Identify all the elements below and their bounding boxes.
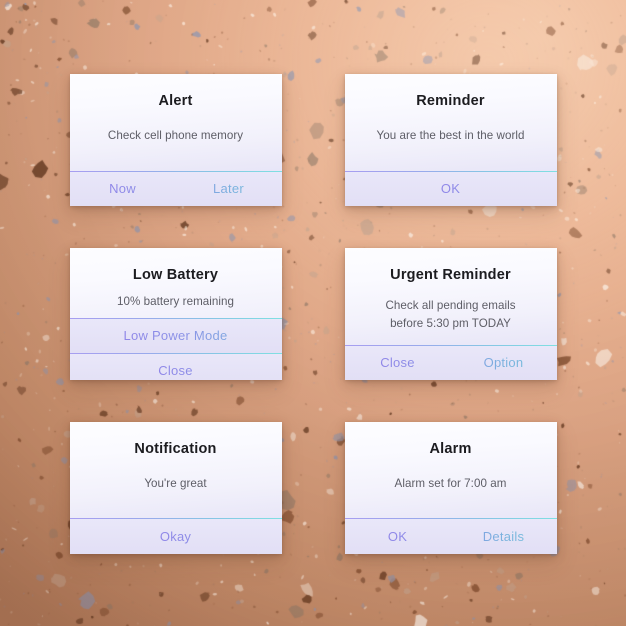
dialog-card-reminder: Reminder You are the best in the world O… bbox=[344, 73, 557, 206]
dialog-card-alarm: Alarm Alarm set for 7:00 am OK Details bbox=[344, 421, 557, 554]
card-actions-reminder: OK bbox=[344, 170, 557, 206]
action-row-low-power: Low Power Mode bbox=[69, 318, 282, 353]
dialog-card-grid: Alert Check cell phone memory Now Later … bbox=[0, 0, 626, 626]
card-actions-urgent-reminder: Close Option bbox=[344, 344, 557, 380]
card-message-notification: You're great bbox=[144, 476, 207, 490]
button-close-label: Close bbox=[158, 363, 193, 379]
card-message-urgent-reminder-line2: before 5:30 pm TODAY bbox=[390, 316, 511, 330]
card-body-reminder: Reminder You are the best in the world bbox=[345, 74, 557, 171]
button-close[interactable]: Close bbox=[69, 353, 282, 380]
card-body-alert: Alert Check cell phone memory bbox=[70, 74, 282, 171]
card-body-notification: Notification You're great bbox=[70, 422, 282, 518]
button-close-label: Close bbox=[380, 355, 415, 370]
action-row-close: Close bbox=[69, 353, 282, 380]
card-title-urgent-reminder: Urgent Reminder bbox=[390, 266, 511, 283]
action-row-alarm: OK Details bbox=[344, 518, 557, 554]
card-actions-notification: Okay bbox=[69, 517, 282, 554]
button-option-label: Option bbox=[483, 355, 524, 370]
action-row-reminder: OK bbox=[344, 171, 557, 206]
card-message-low-battery: 10% battery remaining bbox=[116, 294, 235, 308]
button-later[interactable]: Later bbox=[175, 171, 282, 206]
action-row-urgent-reminder: Close Option bbox=[344, 345, 557, 380]
card-title-alert: Alert bbox=[158, 92, 193, 109]
card-actions-alert: Now Later bbox=[69, 170, 282, 206]
button-ok-label: OK bbox=[440, 181, 461, 196]
button-details-label: Details bbox=[482, 528, 525, 544]
button-close[interactable]: Close bbox=[344, 345, 451, 380]
button-low-power-mode-label: Low Power Mode bbox=[123, 328, 228, 344]
card-title-notification: Notification bbox=[134, 440, 217, 457]
card-actions-low-battery: Low Power Mode Close bbox=[69, 317, 282, 380]
button-later-label: Later bbox=[213, 181, 244, 196]
button-ok-label: OK bbox=[387, 528, 408, 544]
card-message-reminder: You are the best in the world bbox=[376, 128, 525, 142]
button-ok[interactable]: OK bbox=[344, 171, 557, 206]
card-body-urgent-reminder: Urgent Reminder Check all pending emails… bbox=[345, 248, 557, 345]
card-message-alarm: Alarm set for 7:00 am bbox=[394, 476, 507, 490]
button-now[interactable]: Now bbox=[69, 171, 176, 206]
card-title-low-battery: Low Battery bbox=[132, 266, 219, 283]
card-title-alarm: Alarm bbox=[429, 440, 472, 457]
action-row-notification: Okay bbox=[69, 518, 282, 554]
dialog-card-notification: Notification You're great Okay bbox=[69, 421, 282, 554]
button-details[interactable]: Details bbox=[450, 518, 557, 554]
button-option[interactable]: Option bbox=[450, 345, 557, 380]
button-low-power-mode[interactable]: Low Power Mode bbox=[69, 318, 282, 353]
card-title-reminder: Reminder bbox=[416, 92, 485, 109]
button-ok[interactable]: OK bbox=[344, 518, 451, 554]
card-body-alarm: Alarm Alarm set for 7:00 am bbox=[345, 422, 557, 518]
dialog-card-alert: Alert Check cell phone memory Now Later bbox=[69, 73, 282, 206]
button-okay[interactable]: Okay bbox=[69, 518, 282, 554]
dialog-card-urgent-reminder: Urgent Reminder Check all pending emails… bbox=[344, 247, 557, 380]
card-body-low-battery: Low Battery 10% battery remaining bbox=[70, 248, 282, 318]
action-row-alert: Now Later bbox=[69, 171, 282, 206]
button-now-label: Now bbox=[109, 181, 136, 196]
card-message-alert: Check cell phone memory bbox=[107, 128, 244, 142]
dialog-card-low-battery: Low Battery 10% battery remaining Low Po… bbox=[69, 247, 282, 380]
card-actions-alarm: OK Details bbox=[344, 517, 557, 554]
card-message-urgent-reminder-line1: Check all pending emails bbox=[385, 298, 516, 312]
button-okay-label: Okay bbox=[159, 528, 192, 544]
